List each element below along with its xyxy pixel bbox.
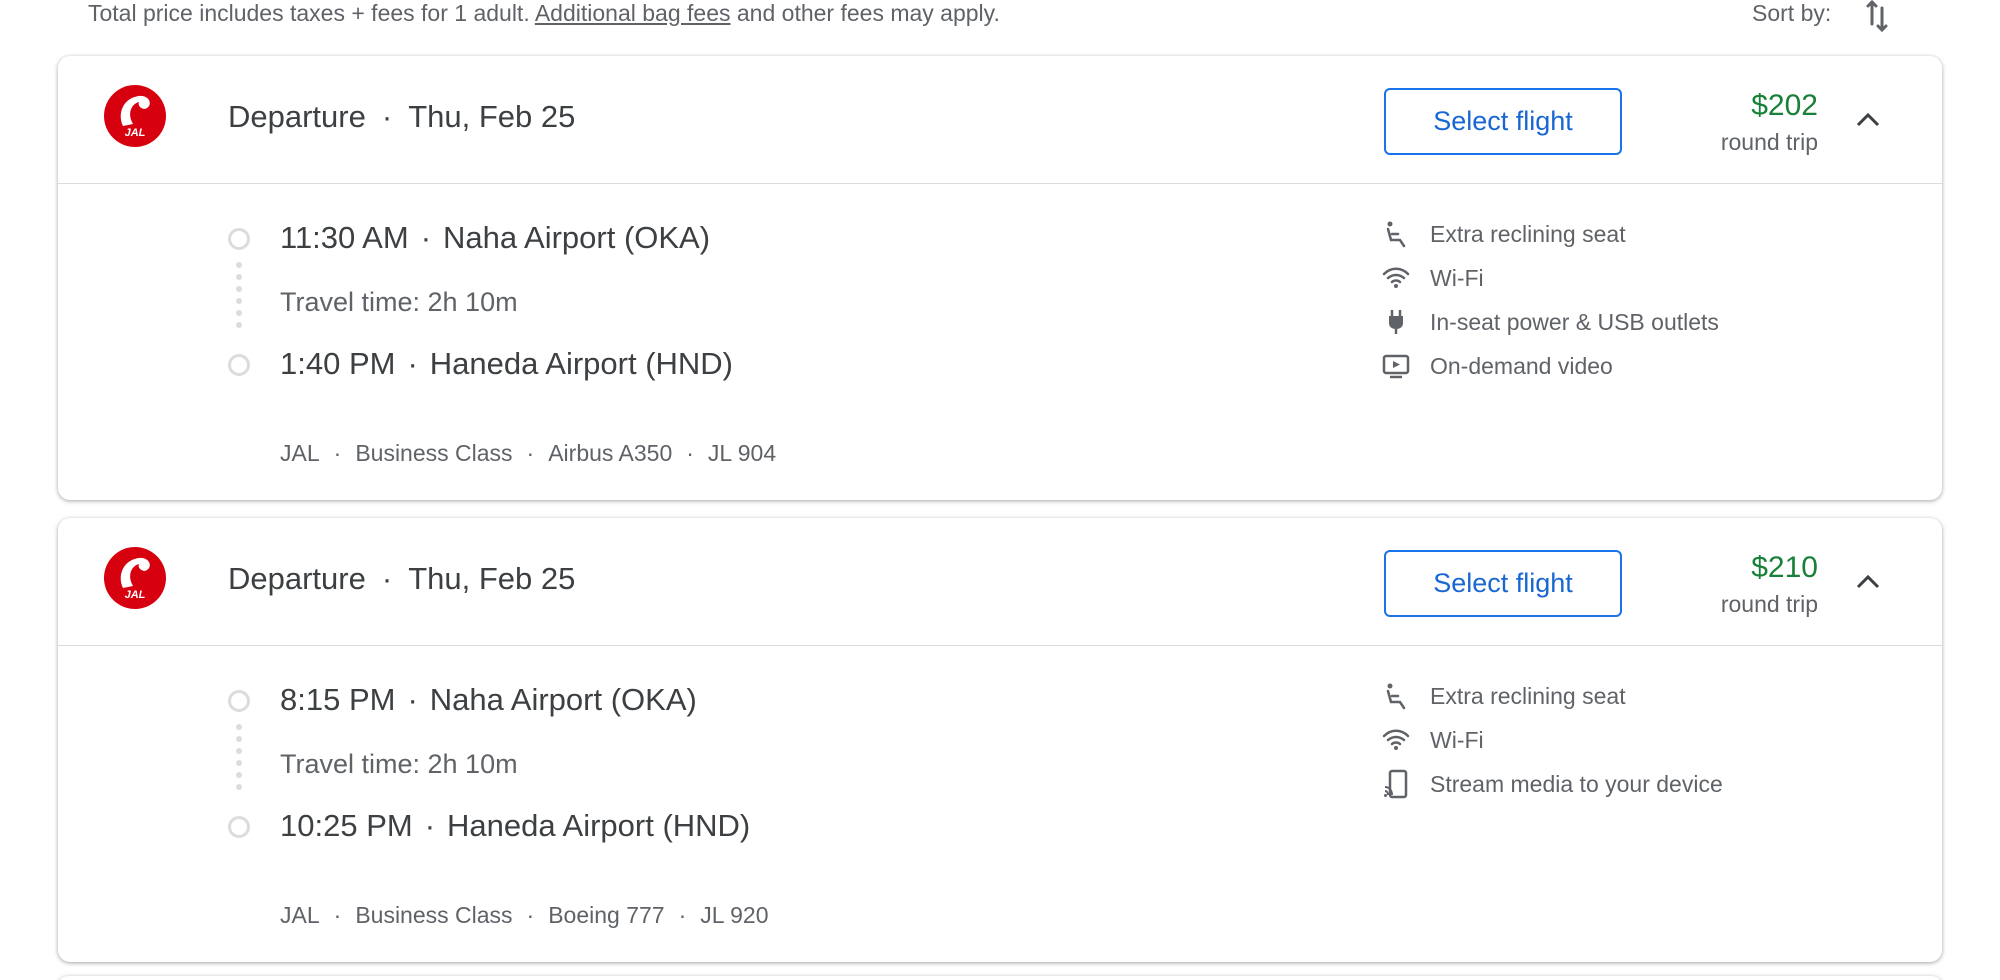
power-plug-icon (1380, 306, 1412, 338)
flight-meta: JAL · Business Class · Airbus A350 · JL 904 (280, 438, 776, 468)
wifi-icon (1380, 262, 1412, 294)
amenity-label: Extra reclining seat (1430, 220, 1626, 247)
amenity-item: Extra reclining seat (1380, 212, 1719, 256)
price-box: $210 round trip (1648, 548, 1818, 620)
price: $202 (1751, 89, 1818, 122)
timeline-connector (236, 262, 242, 334)
flight-card-header[interactable]: JAL Departure · Thu, Feb 25 Select flight … (58, 56, 1942, 184)
amenity-label: Stream media to your device (1430, 770, 1723, 797)
flight-card: JAL Departure · Thu, Feb 25 Select flight … (58, 56, 1942, 500)
disclaimer-text: Total price includes taxes + fees for 1 … (88, 0, 530, 26)
departure-label: Departure (228, 99, 366, 134)
arrival-dot (228, 816, 250, 838)
aircraft: Boeing 777 (548, 902, 665, 928)
flight-card-partial (58, 976, 1942, 980)
arrival-dot (228, 354, 250, 376)
price-type: round trip (1720, 591, 1818, 617)
departure-date: Thu, Feb 25 (408, 561, 576, 596)
departure-row: 11:30 AM · Naha Airport (OKA) (280, 218, 710, 258)
video-icon (1380, 350, 1412, 382)
select-flight-button[interactable]: Select flight (1384, 88, 1622, 155)
separator: · (424, 808, 436, 843)
amenity-item: In-seat power & USB outlets (1380, 300, 1719, 344)
stream-media-icon (1380, 768, 1412, 800)
flight-details: 11:30 AM · Naha Airport (OKA) Travel time:… (58, 184, 1942, 500)
aircraft: Airbus A350 (548, 440, 673, 466)
separator: · (333, 440, 342, 466)
flight-number: JL 920 (700, 902, 769, 928)
arrival-time: 10:25 PM (280, 808, 413, 843)
chevron-up-icon[interactable] (1848, 102, 1888, 138)
cabin-class: Business Class (355, 902, 513, 928)
results-toolbar: Total price includes taxes + fees for 1 … (0, 0, 2000, 40)
travel-time: Travel time: 2h 10m (280, 287, 518, 317)
amenities-list: Extra reclining seat Wi-Fi Stream media … (1380, 674, 1723, 806)
flight-number: JL 904 (707, 440, 777, 466)
reclining-seat-icon (1380, 680, 1412, 712)
arrival-row: 1:40 PM · Haneda Airport (HND) (280, 344, 733, 384)
jal-logo: JAL (103, 546, 167, 610)
flight-details: 8:15 PM · Naha Airport (OKA) Travel time: … (58, 646, 1942, 962)
airline-name: JAL (280, 902, 320, 928)
departure-airport: Naha Airport (OKA) (443, 220, 711, 255)
travel-time: Travel time: 2h 10m (280, 749, 518, 779)
arrival-airport: Haneda Airport (HND) (447, 808, 751, 843)
wifi-icon (1380, 724, 1412, 756)
separator: · (420, 220, 432, 255)
amenity-label: Wi-Fi (1430, 726, 1484, 753)
amenity-item: On-demand video (1380, 344, 1719, 388)
amenity-item: Extra reclining seat (1380, 674, 1723, 718)
amenity-label: In-seat power & USB outlets (1430, 308, 1719, 335)
disclaimer-text-end: and other fees may apply. (736, 0, 1000, 26)
chevron-up-icon[interactable] (1848, 564, 1888, 600)
separator: · (407, 682, 418, 717)
flight-card-header[interactable]: JAL Departure · Thu, Feb 25 Select flight … (58, 518, 1942, 646)
timeline-connector (236, 724, 242, 796)
amenity-item: Wi-Fi (1380, 256, 1719, 300)
separator: · (678, 902, 687, 928)
amenity-item: Wi-Fi (1380, 718, 1723, 762)
departure-label: Departure (228, 561, 366, 596)
departure-date: Thu, Feb 25 (408, 99, 576, 134)
separator: · (407, 346, 418, 381)
departure-heading: Departure · Thu, Feb 25 (228, 94, 575, 140)
svg-text:JAL: JAL (125, 589, 146, 601)
amenity-item: Stream media to your device (1380, 762, 1723, 806)
separator: · (333, 902, 342, 928)
departure-time: 11:30 AM (280, 220, 409, 255)
departure-dot (228, 690, 250, 712)
select-flight-button[interactable]: Select flight (1384, 550, 1622, 617)
arrival-airport: Haneda Airport (HND) (429, 346, 733, 381)
airline-name: JAL (280, 440, 320, 466)
price-type: round trip (1720, 129, 1818, 155)
cabin-class: Business Class (355, 440, 513, 466)
flight-meta: JAL · Business Class · Boeing 777 · JL 920 (280, 900, 768, 930)
arrival-time: 1:40 PM (280, 346, 396, 381)
departure-dot (228, 228, 250, 250)
amenity-label: Wi-Fi (1430, 264, 1484, 291)
jal-logo: JAL (103, 84, 167, 148)
separator: · (686, 440, 694, 466)
departure-time: 8:15 PM (280, 682, 396, 717)
departure-airport: Naha Airport (OKA) (429, 682, 697, 717)
departure-row: 8:15 PM · Naha Airport (OKA) (280, 680, 697, 720)
sort-icon[interactable] (1862, 0, 1896, 33)
flight-card: JAL Departure · Thu, Feb 25 Select flight … (58, 518, 1942, 962)
departure-heading: Departure · Thu, Feb 25 (228, 556, 575, 602)
svg-text:JAL: JAL (125, 127, 146, 139)
separator: · (381, 561, 393, 596)
price: $210 (1751, 551, 1818, 584)
sort-by-label: Sort by: (1752, 0, 1832, 26)
separator: · (526, 902, 535, 928)
separator: · (381, 99, 393, 134)
bag-fees-link[interactable]: Additional bag fees (535, 0, 731, 26)
amenity-label: Extra reclining seat (1430, 682, 1626, 709)
amenities-list: Extra reclining seat Wi-Fi In-seat power… (1380, 212, 1719, 388)
reclining-seat-icon (1380, 218, 1412, 250)
price-disclaimer: Total price includes taxes + fees for 1 … (88, 0, 1000, 26)
arrival-row: 10:25 PM · Haneda Airport (HND) (280, 806, 750, 846)
amenity-label: On-demand video (1430, 352, 1613, 379)
separator: · (526, 440, 535, 466)
price-box: $202 round trip (1648, 86, 1818, 158)
